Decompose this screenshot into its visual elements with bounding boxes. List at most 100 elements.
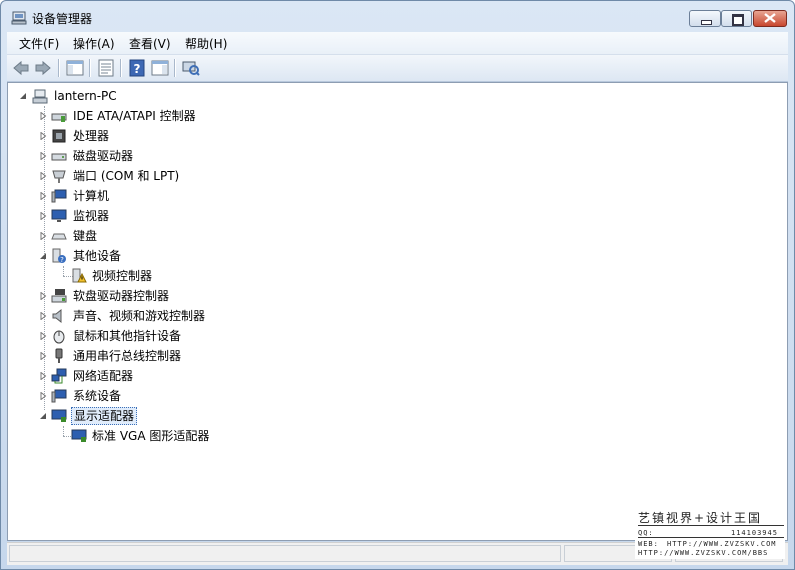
tree-item[interactable]: 键盘: [8, 226, 308, 246]
tree-item[interactable]: 声音、视频和游戏控制器: [8, 306, 308, 326]
watermark-rule: [638, 537, 784, 538]
device-manager-icon: [11, 11, 27, 25]
expand-arrow-icon[interactable]: [39, 132, 47, 140]
expand-arrow-icon[interactable]: [39, 192, 47, 200]
tree-root-label: lantern-PC: [54, 89, 117, 103]
tree-item-label: IDE ATA/ATAPI 控制器: [73, 109, 196, 123]
network-adapter-icon: [51, 368, 67, 384]
svg-text:?: ?: [60, 256, 64, 264]
expand-arrow-icon[interactable]: [39, 152, 47, 160]
monitor-icon: [51, 209, 67, 222]
menu-file[interactable]: 文件(F): [19, 35, 59, 52]
tree-item[interactable]: 端口 (COM 和 LPT): [8, 166, 308, 186]
collapse-arrow-icon[interactable]: [39, 412, 47, 420]
menu-help[interactable]: 帮助(H): [185, 35, 227, 52]
maximize-icon: [732, 14, 744, 26]
minimize-icon: [701, 20, 712, 25]
forward-icon[interactable]: [33, 59, 53, 77]
tree-root[interactable]: lantern-PC: [8, 86, 308, 106]
tree-item[interactable]: 标准 VGA 图形适配器: [8, 426, 308, 446]
status-pane: [9, 545, 561, 562]
toolbar-separator: [174, 59, 176, 77]
expand-arrow-icon[interactable]: [39, 312, 47, 320]
tree-item-label: 监视器: [73, 209, 110, 223]
toolbar-separator: [120, 59, 122, 77]
collapse-arrow-icon[interactable]: [39, 252, 47, 260]
warning-device-icon: [72, 268, 87, 283]
tree-item-label: 视频控制器: [92, 269, 153, 283]
expand-arrow-icon[interactable]: [39, 212, 47, 220]
watermark-qq-label: QQ:: [638, 529, 654, 537]
tree-item-label: 软盘驱动器控制器: [73, 289, 170, 303]
watermark: 艺镇视界+设计王国 QQ: 114103945 WEB: HTTP://WWW.…: [635, 509, 785, 559]
tree-item[interactable]: 监视器: [8, 206, 308, 226]
back-icon[interactable]: [11, 59, 31, 77]
watermark-bbs-url: HTTP://WWW.ZVZSKV.COM/BBS: [638, 549, 769, 557]
action-pane-icon[interactable]: [150, 59, 170, 77]
tree-item[interactable]: 通用串行总线控制器: [8, 346, 308, 366]
tree-item[interactable]: 网络适配器: [8, 366, 308, 386]
close-icon: [764, 13, 776, 23]
expand-arrow-icon[interactable]: [39, 232, 47, 240]
tree-item[interactable]: 计算机: [8, 186, 308, 206]
mouse-icon: [53, 330, 65, 344]
tree-item[interactable]: 视频控制器: [8, 266, 308, 286]
tree-item-label: 系统设备: [73, 389, 122, 403]
watermark-web-label: WEB:: [638, 540, 659, 548]
menu-action[interactable]: 操作(A): [73, 35, 115, 52]
tree-item-label: 标准 VGA 图形适配器: [92, 429, 210, 443]
watermark-web-url: HTTP://WWW.ZVZSKV.COM: [667, 540, 777, 548]
tree-item[interactable]: IDE ATA/ATAPI 控制器: [8, 106, 308, 126]
window-title: 设备管理器: [32, 12, 93, 26]
tree-item[interactable]: ? 其他设备: [8, 246, 308, 266]
menu-bar: 文件(F) 操作(A) 查看(V) 帮助(H): [7, 32, 788, 55]
tree-item-label: 磁盘驱动器: [73, 149, 134, 163]
expand-arrow-icon[interactable]: [39, 372, 47, 380]
port-icon: [52, 170, 66, 183]
watermark-qq-value: 114103945: [731, 529, 778, 537]
expand-arrow-icon[interactable]: [39, 112, 47, 120]
help-icon[interactable]: ?: [127, 59, 147, 77]
display-adapter-icon: [71, 429, 87, 442]
maximize-button[interactable]: [721, 10, 752, 27]
usb-icon: [55, 348, 63, 363]
console-tree-icon[interactable]: [65, 59, 85, 77]
scan-hardware-icon[interactable]: [181, 59, 201, 77]
watermark-rule: [638, 525, 784, 526]
minimize-button[interactable]: [689, 10, 721, 27]
sound-icon: [52, 308, 62, 324]
tree-item-label: 计算机: [73, 189, 110, 203]
tree-item-label: 显示适配器: [71, 407, 138, 425]
display-adapter-icon: [51, 409, 67, 422]
expand-arrow-icon[interactable]: [39, 332, 47, 340]
collapse-arrow-icon[interactable]: [19, 92, 27, 100]
expand-arrow-icon[interactable]: [39, 172, 47, 180]
tree-item[interactable]: 鼠标和其他指针设备: [8, 326, 308, 346]
menu-view[interactable]: 查看(V): [129, 35, 171, 52]
tree-item-label: 网络适配器: [73, 369, 134, 383]
tree-item[interactable]: 软盘驱动器控制器: [8, 286, 308, 306]
expand-arrow-icon[interactable]: [39, 292, 47, 300]
tree-item-label: 处理器: [73, 129, 110, 143]
watermark-title: 艺镇视界+设计王国: [638, 511, 763, 525]
tree-item[interactable]: 系统设备: [8, 386, 308, 406]
tree-item-label: 键盘: [73, 229, 98, 243]
tree-item[interactable]: 磁盘驱动器: [8, 146, 308, 166]
computer-icon: [32, 89, 48, 104]
processor-icon: [52, 129, 66, 143]
tree-item-selected[interactable]: 显示适配器: [8, 406, 308, 426]
title-bar[interactable]: 设备管理器: [1, 1, 794, 31]
device-manager-window: 设备管理器 文件(F) 操作(A) 查看(V) 帮助(H) ? lantern-…: [0, 0, 795, 570]
properties-icon[interactable]: [96, 59, 116, 77]
computer-icon: [51, 189, 67, 203]
close-button[interactable]: [753, 10, 787, 27]
device-tree[interactable]: lantern-PC IDE ATA/ATAPI 控制器 处理器 磁盘驱动器 端…: [7, 82, 788, 541]
toolbar: ?: [7, 55, 788, 82]
system-device-icon: [51, 389, 67, 403]
floppy-controller-icon: [51, 289, 67, 303]
keyboard-icon: [51, 233, 67, 240]
toolbar-separator: [89, 59, 91, 77]
expand-arrow-icon[interactable]: [39, 392, 47, 400]
expand-arrow-icon[interactable]: [39, 352, 47, 360]
tree-item[interactable]: 处理器: [8, 126, 308, 146]
